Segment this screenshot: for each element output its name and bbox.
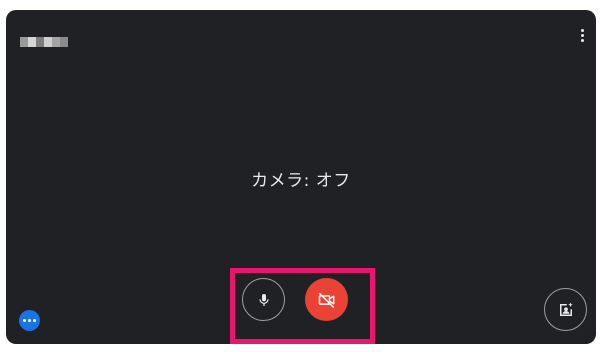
video-camera-off-icon bbox=[318, 292, 334, 308]
camera-status-text: カメラ: オフ bbox=[251, 171, 351, 191]
video-tile: カメラ: オフ bbox=[6, 10, 596, 344]
vertical-dots-icon bbox=[580, 28, 584, 32]
effects-button[interactable] bbox=[544, 288, 587, 331]
horizontal-dots-icon bbox=[23, 319, 26, 322]
participant-name-blurred bbox=[20, 37, 68, 47]
microphone-icon bbox=[258, 293, 269, 306]
camera-toggle-button[interactable] bbox=[305, 278, 348, 321]
more-options-button[interactable] bbox=[574, 26, 590, 44]
portrait-sparkle-icon bbox=[559, 302, 573, 316]
chat-bubble-button[interactable] bbox=[19, 310, 40, 331]
microphone-toggle-button[interactable] bbox=[242, 278, 285, 321]
